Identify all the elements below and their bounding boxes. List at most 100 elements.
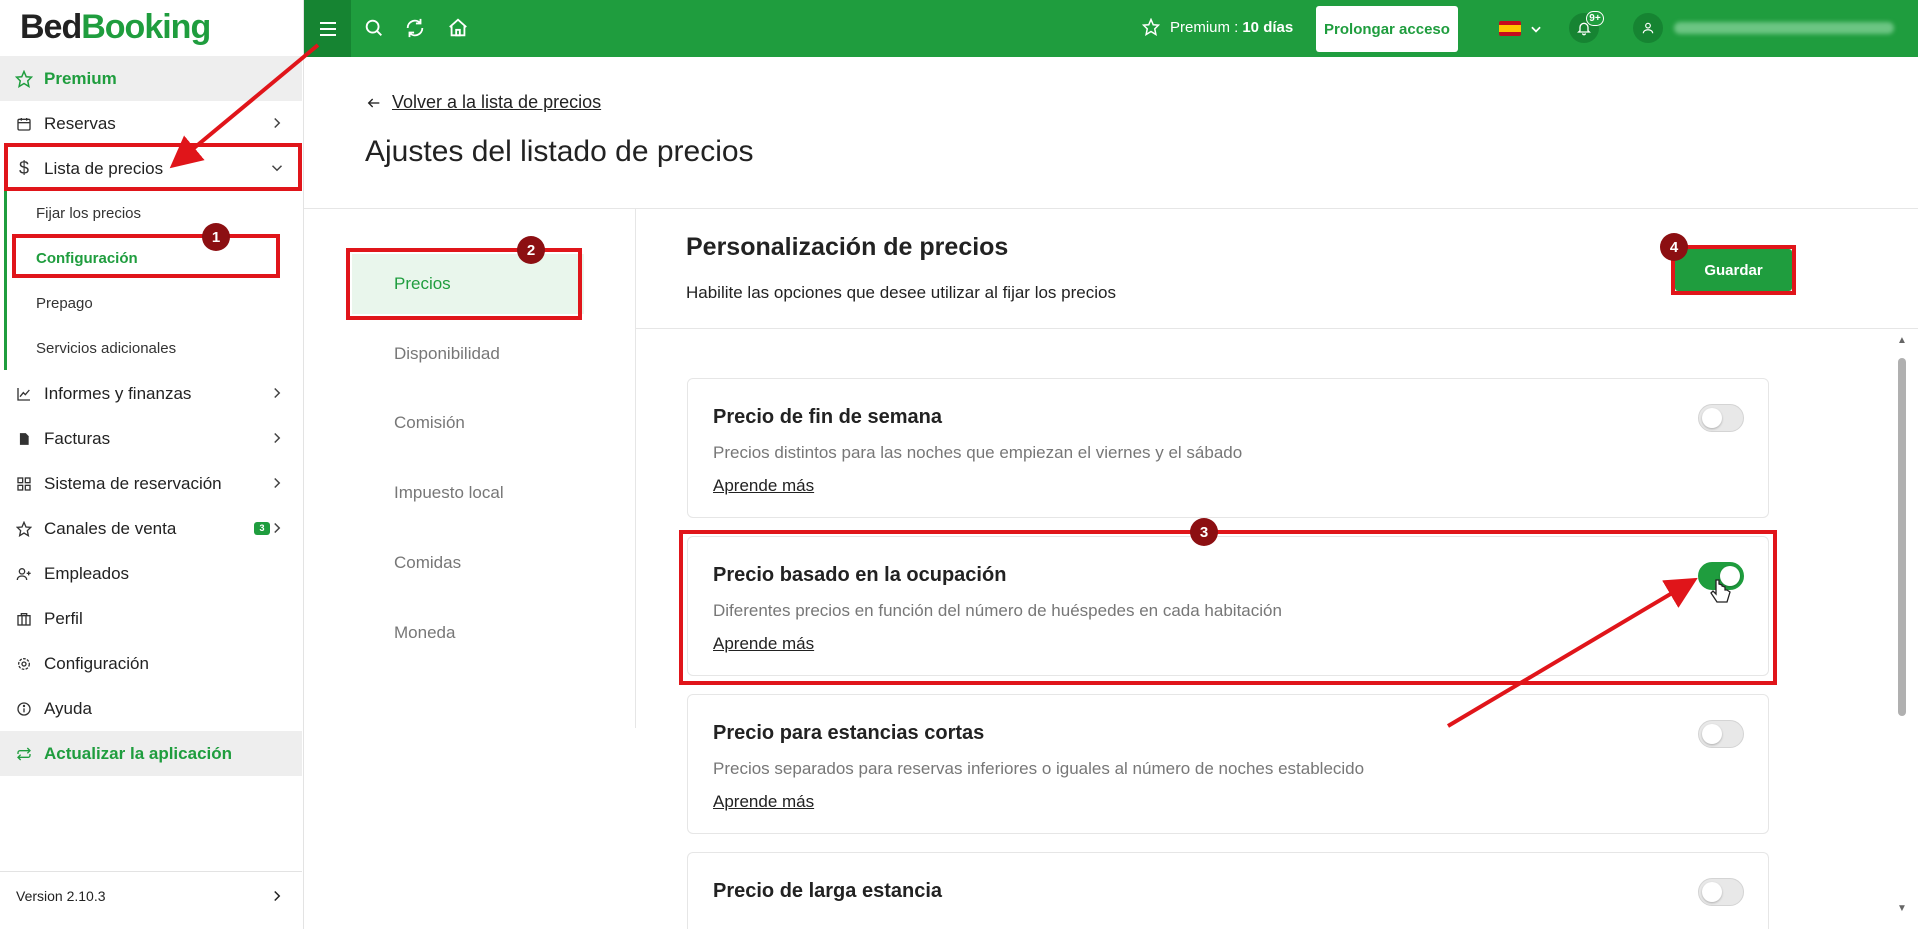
spain-flag-icon[interactable] <box>1499 21 1521 36</box>
arrow-left-icon <box>367 98 380 107</box>
topbar: Premium :10 días Prolongar acceso 9+ <box>304 0 1918 57</box>
scrollbar[interactable]: ▲ ▼ <box>1895 336 1909 914</box>
user-icon <box>1642 22 1654 34</box>
scroll-down-icon[interactable]: ▼ <box>1897 904 1907 914</box>
chevron-right-icon <box>274 522 281 534</box>
chevron-right-icon <box>274 890 281 902</box>
sidebar-item-label: Informes y finanzas <box>44 383 192 403</box>
tab-comision[interactable]: Comisión <box>352 393 584 453</box>
sidebar-item-label: Lista de precios <box>44 158 164 178</box>
home-icon[interactable] <box>447 17 469 39</box>
sidebar-subitem-servicios-adicionales[interactable]: Servicios adicionales <box>6 326 302 371</box>
version-label: Version 2.10.3 <box>16 887 106 904</box>
sidebar-item-label: Sistema de reservación <box>44 473 222 493</box>
scroll-up-icon[interactable]: ▲ <box>1897 336 1907 346</box>
chevron-right-icon <box>274 117 281 129</box>
tab-label: Precios <box>394 274 451 293</box>
option-card-short-stay: Precio para estancias cortas Precios sep… <box>687 694 1769 834</box>
sidebar-item-perfil[interactable]: Perfil <box>0 596 302 641</box>
settings-tabs: Precios Disponibilidad Comisión Impuesto… <box>304 208 636 728</box>
user-plus-icon <box>14 564 34 584</box>
tab-moneda[interactable]: Moneda <box>352 603 584 663</box>
sidebar-item-label: Facturas <box>44 428 111 448</box>
sidebar-item-label: Canales de venta <box>44 518 177 538</box>
back-to-price-list-link[interactable]: Volver a la lista de precios <box>366 92 601 113</box>
sidebar-item-lista-de-precios[interactable]: $ Lista de precios <box>0 146 302 191</box>
learn-more-link[interactable]: Aprende más <box>713 792 814 812</box>
sidebar-item-sistema-reservacion[interactable]: Sistema de reservación <box>0 461 302 506</box>
tab-label: Comisión <box>394 413 465 432</box>
hand-cursor-icon <box>1710 579 1731 603</box>
gear-icon <box>14 654 34 674</box>
sidebar-item-reservas[interactable]: Reservas <box>0 101 302 146</box>
chart-icon <box>14 384 34 404</box>
refresh-icon <box>14 744 34 764</box>
card-title: Precio de fin de semana <box>713 406 942 428</box>
option-card-long-stay: Precio de larga estancia <box>687 852 1769 929</box>
sidebar-item-canales-venta[interactable]: Canales de venta 3 <box>0 506 302 551</box>
sidebar-item-facturas[interactable]: Facturas <box>0 416 302 461</box>
calendar-icon <box>14 114 34 134</box>
annotation-number-4: 4 <box>1660 233 1688 261</box>
search-icon[interactable] <box>363 17 385 39</box>
tab-label: Comidas <box>394 553 462 572</box>
page-title: Ajustes del listado de precios <box>365 135 754 168</box>
card-description: Diferentes precios en función del número… <box>713 601 1282 620</box>
sidebar-item-label: Premium <box>44 68 117 88</box>
learn-more-link[interactable]: Aprende más <box>713 476 814 496</box>
sidebar-item-label: Actualizar la aplicación <box>44 743 233 763</box>
refresh-icon[interactable] <box>404 17 426 39</box>
learn-more-link[interactable]: Aprende más <box>713 634 814 654</box>
avatar[interactable] <box>1633 13 1663 43</box>
card-description: Precios separados para reservas inferior… <box>713 759 1365 778</box>
subitem-label: Configuración <box>36 250 138 267</box>
divider <box>636 328 1918 329</box>
save-button[interactable]: Guardar <box>1675 249 1792 291</box>
tab-comidas[interactable]: Comidas <box>352 533 584 593</box>
card-title: Precio basado en la ocupación <box>713 564 1007 586</box>
version-row[interactable]: Version 2.10.3 <box>0 871 302 919</box>
sidebar-item-label: Reservas <box>44 113 116 133</box>
subitem-label: Fijar los precios <box>36 205 142 222</box>
logo[interactable]: BedBooking <box>20 8 211 47</box>
toggle-knob <box>1702 724 1722 744</box>
tab-precios[interactable]: Precios <box>352 254 584 314</box>
short-stay-price-toggle[interactable] <box>1698 720 1744 748</box>
info-icon <box>14 699 34 719</box>
long-stay-price-toggle[interactable] <box>1698 878 1744 906</box>
star-icon <box>14 519 34 539</box>
sidebar-item-empleados[interactable]: Empleados <box>0 551 302 596</box>
hamburger-icon <box>319 21 336 36</box>
option-card-weekend: Precio de fin de semana Precios distinto… <box>687 378 1769 518</box>
section-title: Personalización de precios <box>686 233 1009 261</box>
logo-part-bed: Bed <box>20 8 82 46</box>
prolong-access-button[interactable]: Prolongar acceso <box>1316 6 1458 52</box>
sidebar-item-configuracion[interactable]: Configuración <box>0 641 302 686</box>
sidebar-subitem-fijar-precios[interactable]: Fijar los precios <box>6 191 302 236</box>
toggle-knob <box>1702 408 1722 428</box>
sidebar-item-ayuda[interactable]: Ayuda <box>0 686 302 731</box>
chevron-down-icon[interactable] <box>1529 22 1543 36</box>
scroll-thumb[interactable] <box>1898 358 1906 716</box>
premium-label: Premium : <box>1170 18 1239 36</box>
weekend-price-toggle[interactable] <box>1698 404 1744 432</box>
back-link-label: Volver a la lista de precios <box>392 92 602 112</box>
tab-label: Moneda <box>394 623 456 642</box>
sidebar-item-premium[interactable]: Premium <box>0 56 302 101</box>
user-email-redacted[interactable] <box>1674 22 1894 34</box>
sidebar-item-actualizar[interactable]: Actualizar la aplicación <box>0 731 302 776</box>
sidebar-subitem-configuracion[interactable]: Configuración <box>6 236 302 281</box>
tab-label: Impuesto local <box>394 483 504 502</box>
section-subtitle: Habilite las opciones que desee utilizar… <box>686 283 1116 302</box>
menu-button[interactable] <box>304 0 351 57</box>
tab-label: Disponibilidad <box>394 344 500 363</box>
sidebar-item-informes[interactable]: Informes y finanzas <box>0 371 302 416</box>
tab-impuesto-local[interactable]: Impuesto local <box>352 463 584 523</box>
sidebar-subitem-prepago[interactable]: Prepago <box>6 281 302 326</box>
tab-disponibilidad[interactable]: Disponibilidad <box>352 324 584 384</box>
card-description: Precios distintos para las noches que em… <box>713 443 1243 462</box>
premium-status: Premium :10 días <box>1142 18 1293 36</box>
premium-days: 10 días <box>1242 18 1294 36</box>
card-title: Precio para estancias cortas <box>713 722 985 744</box>
sidebar-item-label: Configuración <box>44 653 149 673</box>
